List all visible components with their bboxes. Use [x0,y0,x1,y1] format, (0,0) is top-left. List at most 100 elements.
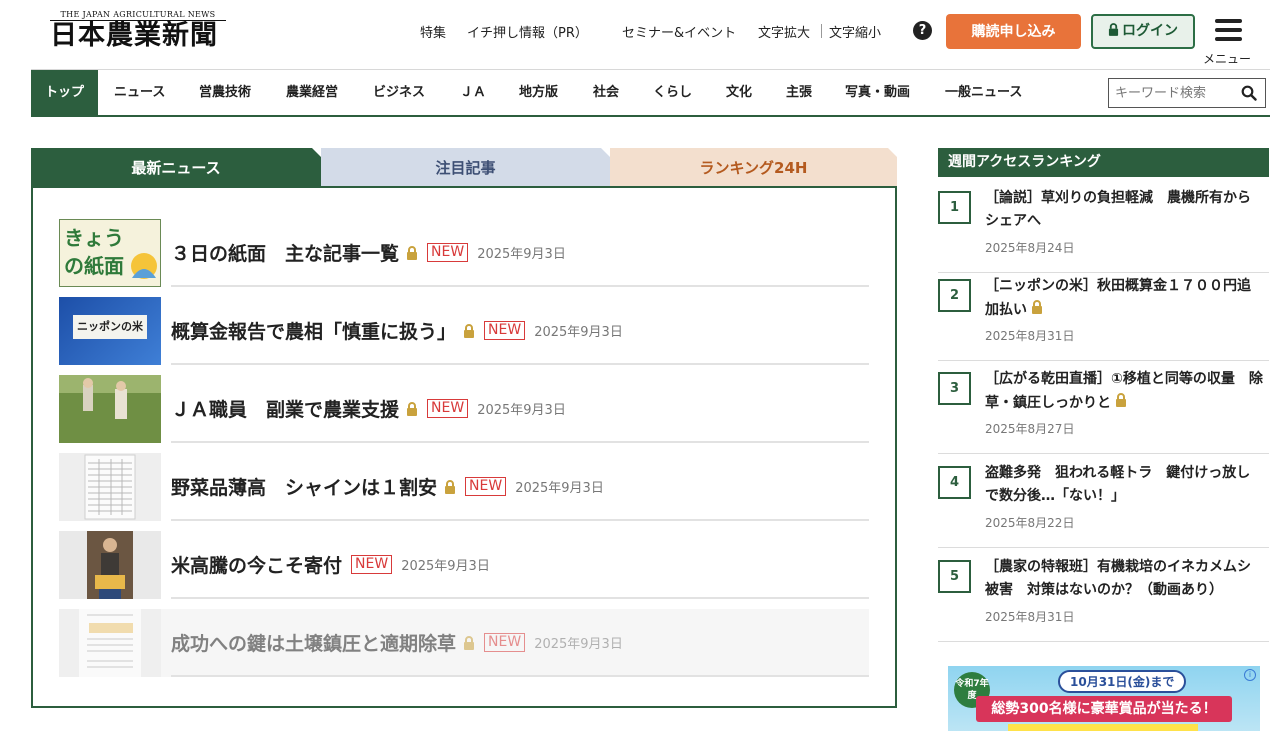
subscribe-button[interactable]: 購読申し込み [946,14,1081,49]
ranking-item[interactable]: 3 ［広がる乾田直播］①移植と同等の収量 除草・鎮圧しっかりと 2025年8月2… [938,368,1269,454]
hamburger-menu-icon[interactable] [1215,19,1242,41]
nav-item-living[interactable]: くらし [653,70,692,116]
site-logo[interactable]: THE JAPAN AGRICULTURAL NEWS 日本農業新聞 [50,10,226,51]
news-thumbnail[interactable]: ニッポンの米 [59,297,161,365]
advertisement-banner[interactable]: 令和7年度 10月31日(金)まで 総勢300名様に豪華賞品が当たる！ i [948,666,1260,731]
field-workers-photo-icon [59,375,161,443]
new-badge: NEW [427,242,469,262]
thumbnail-caption: きょうの紙面 [64,226,124,278]
news-thumbnail[interactable]: きょうの紙面 [59,219,161,287]
top-link-special[interactable]: 特集 [420,22,446,41]
lock-icon [1116,393,1126,407]
ranking-title-text: ［農家の特報班］有機栽培のイネカメムシ被害 対策はないのか？（動画あり） [985,559,1251,598]
nav-item-news[interactable]: ニュース [114,70,165,116]
nav-item-general-news[interactable]: 一般ニュース [945,70,1022,116]
nav-item-farming-tech[interactable]: 営農技術 [199,70,251,116]
news-title[interactable]: 成功への鍵は土壌鎮圧と適期除草 [171,629,456,656]
news-title-row: 米高騰の今こそ寄付 NEW 2025年9月3日 [171,531,869,599]
news-title-row: ３日の紙面 主な記事一覧 NEW 2025年9月3日 [171,219,869,287]
weekly-ranking-header: 週間アクセスランキング [938,148,1269,177]
search-icon[interactable] [1241,85,1257,101]
menu-label[interactable]: メニュー [1203,50,1251,67]
ranking-title-text: 盗難多発 狙われる軽トラ 鍵付けっ放しで数分後…「ない！」 [985,465,1251,504]
news-title[interactable]: ＪＡ職員 副業で農業支援 [171,395,399,422]
font-shrink-link[interactable]: 文字縮小 [829,22,881,41]
price-table-thumbnail-icon [84,454,136,520]
lock-icon [407,402,418,416]
ranking-title[interactable]: ［ニッポンの米］秋田概算金１７００円追加払い [985,275,1263,322]
logo-title: 日本農業新聞 [50,20,218,51]
help-icon[interactable]: ? [913,21,932,40]
news-item[interactable]: 米高騰の今こそ寄付 NEW 2025年9月3日 [59,531,869,599]
news-thumbnail[interactable] [59,453,161,521]
ranking-title-text: ［ニッポンの米］秋田概算金１７００円追加払い [985,278,1251,318]
search-box [1108,78,1266,108]
news-date: 2025年9月3日 [534,636,623,652]
category-nav: トップ ニュース 営農技術 農業経営 ビジネス ＪＡ 地方版 社会 くらし 文化… [31,69,1270,117]
news-thumbnail[interactable] [59,375,161,443]
ranking-date: 2025年8月31日 [985,610,1075,624]
news-title-row: ＪＡ職員 副業で農業支援 NEW 2025年9月3日 [171,375,869,443]
rank-number: 1 [938,191,971,224]
ranking-title[interactable]: 盗難多発 狙われる軽トラ 鍵付けっ放しで数分後…「ない！」 [985,462,1263,508]
ranking-item[interactable]: 4 盗難多発 狙われる軽トラ 鍵付けっ放しで数分後…「ない！」 2025年8月2… [938,462,1269,548]
news-title[interactable]: 野菜品薄高 シャインは１割安 [171,473,437,500]
news-title[interactable]: 概算金報告で農相「慎重に扱う」 [171,317,456,344]
rank-number: 4 [938,466,971,499]
ranking-title[interactable]: ［農家の特報班］有機栽培のイネカメムシ被害 対策はないのか？（動画あり） [985,556,1263,602]
nav-item-regional[interactable]: 地方版 [519,70,558,116]
ranking-title[interactable]: ［論説］草刈りの負担軽減 農機所有からシェアへ [985,187,1263,233]
lock-icon [1108,23,1119,36]
news-date: 2025年9月3日 [477,246,566,262]
ranking-date: 2025年8月22日 [985,516,1075,530]
news-thumbnail[interactable] [59,609,161,677]
lock-icon [445,480,456,494]
news-item[interactable]: 野菜品薄高 シャインは１割安 NEW 2025年9月3日 [59,453,869,521]
document-thumbnail-icon [79,609,141,677]
ad-ribbon: 総勢300名様に豪華賞品が当たる！ [976,696,1232,722]
tab-ranking-24h[interactable]: ランキング24H [610,148,898,186]
news-thumbnail[interactable] [59,531,161,599]
top-link-pr[interactable]: イチ押し情報（PR） [467,22,588,41]
news-date: 2025年9月3日 [401,558,490,574]
ranking-title[interactable]: ［広がる乾田直播］①移植と同等の収量 除草・鎮圧しっかりと [985,368,1263,415]
rank-number: 5 [938,560,971,593]
nav-item-society[interactable]: 社会 [593,70,619,116]
new-badge: NEW [427,398,469,418]
news-item[interactable]: きょうの紙面 ３日の紙面 主な記事一覧 NEW 2025年9月3日 [59,219,869,287]
tab-featured-articles[interactable]: 注目記事 [321,148,611,186]
search-input[interactable] [1109,79,1229,107]
nav-item-opinion[interactable]: 主張 [786,70,812,116]
nav-item-culture[interactable]: 文化 [726,70,752,116]
font-size-separator [821,24,822,38]
ad-deadline: 10月31日(金)まで [1058,670,1187,693]
nav-item-ja[interactable]: ＪＡ [460,70,486,116]
nav-item-business[interactable]: ビジネス [373,70,425,116]
rank-number: 2 [938,279,971,312]
new-badge: NEW [484,632,526,652]
tab-latest-news[interactable]: 最新ニュース [31,148,322,186]
ranking-item[interactable]: 1 ［論説］草刈りの負担軽減 農機所有からシェアへ 2025年8月24日 [938,187,1269,273]
news-title-row: 概算金報告で農相「慎重に扱う」 NEW 2025年9月3日 [171,297,869,365]
font-enlarge-link[interactable]: 文字拡大 [758,22,810,41]
news-title[interactable]: 米高騰の今こそ寄付 [171,551,342,578]
thumbnail-caption: ニッポンの米 [73,315,147,339]
news-date: 2025年9月3日 [534,324,623,340]
new-badge: NEW [484,320,526,340]
news-item[interactable]: 成功への鍵は土壌鎮圧と適期除草 NEW 2025年9月3日 [59,609,869,677]
nav-item-photo-video[interactable]: 写真・動画 [845,70,910,116]
ranking-item[interactable]: 5 ［農家の特報班］有機栽培のイネカメムシ被害 対策はないのか？（動画あり） 2… [938,556,1269,642]
lock-icon [407,246,418,260]
ad-info-icon[interactable]: i [1244,669,1256,681]
lock-icon [464,324,475,338]
login-button[interactable]: ログイン [1091,14,1195,49]
top-link-seminar[interactable]: セミナー&イベント [622,22,736,41]
news-item[interactable]: ＪＡ職員 副業で農業支援 NEW 2025年9月3日 [59,375,869,443]
ranking-item[interactable]: 2 ［ニッポンの米］秋田概算金１７００円追加払い 2025年8月31日 [938,275,1269,361]
nav-item-farm-management[interactable]: 農業経営 [286,70,338,116]
news-date: 2025年9月3日 [477,402,566,418]
ranking-title-text: ［論説］草刈りの負担軽減 農機所有からシェアへ [985,190,1251,229]
nav-item-top[interactable]: トップ [31,70,98,116]
news-title[interactable]: ３日の紙面 主な記事一覧 [171,239,399,266]
news-item[interactable]: ニッポンの米 概算金報告で農相「慎重に扱う」 NEW 2025年9月3日 [59,297,869,365]
